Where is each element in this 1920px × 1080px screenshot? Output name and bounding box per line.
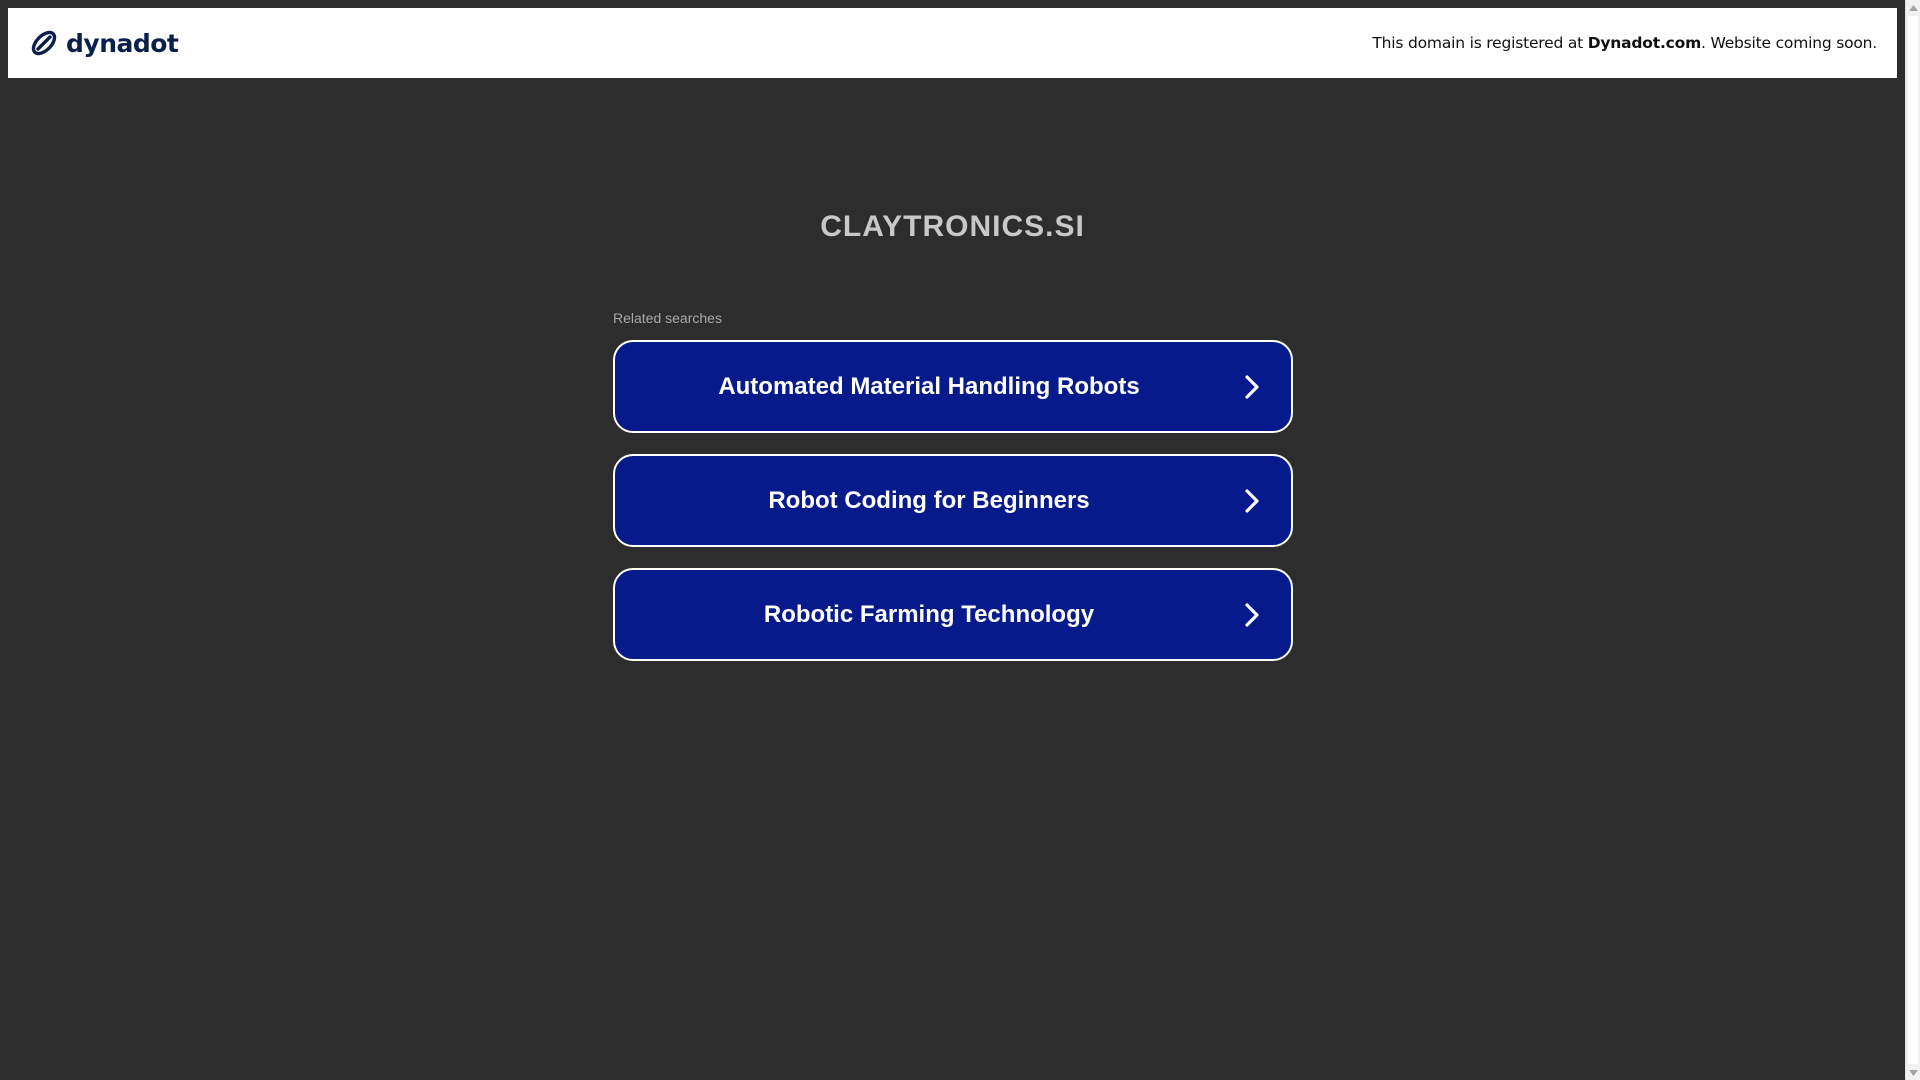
scroll-down-arrow-icon[interactable] [1906,1065,1920,1080]
search-button-label: Automated Material Handling Robots [718,372,1140,400]
chevron-right-icon [1245,374,1259,399]
related-searches: Related searches Automated Material Hand… [613,310,1293,682]
notice-suffix: . Website coming soon. [1701,34,1877,52]
search-button-automated-material-handling-robots[interactable]: Automated Material Handling Robots [613,340,1293,433]
registration-notice: This domain is registered at Dynadot.com… [1372,34,1877,52]
page: dynadot This domain is registered at Dyn… [0,0,1920,1080]
notice-prefix: This domain is registered at [1372,34,1588,52]
dynadot-link-icon [28,27,60,59]
search-button-label: Robotic Farming Technology [763,600,1095,628]
logo-text: dynadot [66,28,179,58]
dynadot-link[interactable]: Dynadot.com [1588,34,1701,52]
top-banner: dynadot This domain is registered at Dyn… [8,8,1897,78]
search-button-robot-coding-for-beginners[interactable]: Robot Coding for Beginners [613,454,1293,547]
chevron-right-icon [1245,488,1259,513]
dynadot-logo[interactable]: dynadot [28,27,179,59]
vertical-scrollbar[interactable] [1905,0,1920,1080]
related-searches-label: Related searches [613,310,722,326]
scrollbar-thumb[interactable] [1908,16,1918,1064]
chevron-right-icon [1245,602,1259,627]
search-button-label: Robot Coding for Beginners [768,486,1090,514]
search-button-robotic-farming-technology[interactable]: Robotic Farming Technology [613,568,1293,661]
scroll-up-arrow-icon[interactable] [1906,0,1920,15]
domain-title: CLAYTRONICS.SI [820,210,1085,243]
